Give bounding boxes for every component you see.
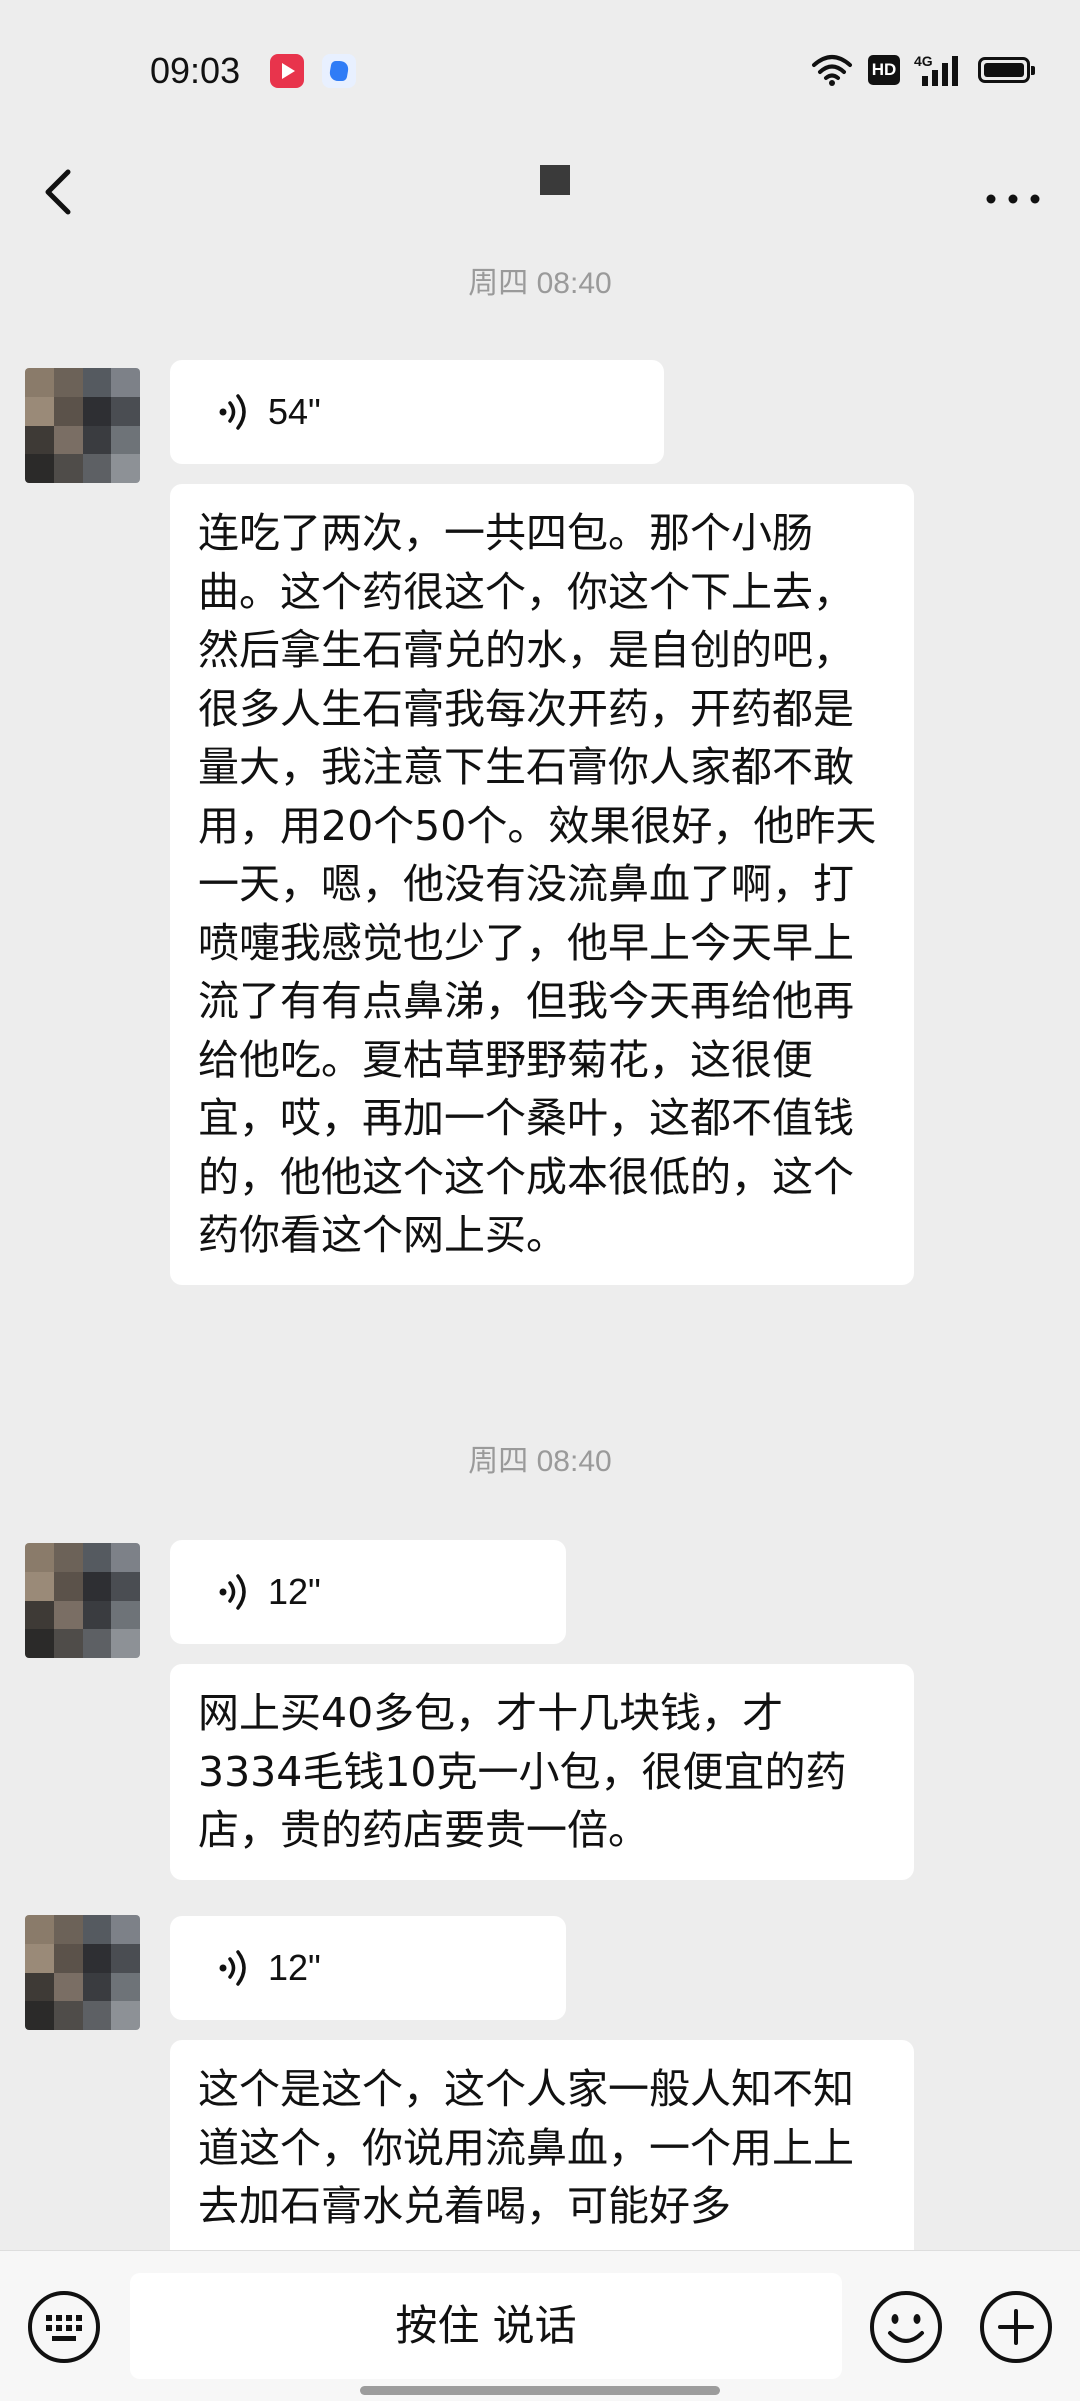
hold-to-talk-button[interactable]: 按住 说话 <box>130 2273 842 2379</box>
avatar[interactable] <box>25 368 140 483</box>
timestamp: 周四 08:40 <box>468 1445 612 1478</box>
chat-header <box>0 140 1080 245</box>
keyboard-icon[interactable] <box>26 2289 102 2365</box>
chevron-left-icon[interactable] <box>32 150 92 230</box>
more-dots-icon[interactable] <box>978 162 1048 212</box>
voice-message[interactable]: 12" <box>170 1540 566 1644</box>
status-time: 09:03 <box>150 50 241 91</box>
network-type-label: 4G <box>914 53 933 69</box>
voice-duration: 12" <box>268 1571 321 1612</box>
emoji-icon[interactable] <box>868 2289 944 2365</box>
home-indicator[interactable] <box>360 2386 720 2395</box>
voice-message[interactable]: 54" <box>170 360 664 464</box>
voice-transcript[interactable]: 网上买40多包，才十几块钱，才3334毛钱10克一小包，很便宜的药店，贵的药店要… <box>170 1664 914 1880</box>
plus-icon[interactable] <box>978 2289 1054 2365</box>
voice-message[interactable]: 12" <box>170 1916 566 2020</box>
status-bar: 09:03 HD 4G <box>0 0 1080 140</box>
voice-transcript[interactable]: 这个是这个，这个人家一般人知不知道这个，你说用流鼻血，一个用上上去加石膏水兑着喝… <box>170 2040 914 2260</box>
hd-icon: HD <box>868 55 900 85</box>
signal-icon: 4G <box>914 53 958 86</box>
video-app-notification-icon <box>270 54 304 88</box>
voice-wave-icon <box>219 1574 246 1610</box>
voice-duration: 54" <box>268 391 321 432</box>
contact-name-redacted <box>540 165 570 195</box>
app-notification-icon <box>322 54 356 88</box>
timestamp: 周四 08:40 <box>468 267 612 300</box>
avatar[interactable] <box>25 1915 140 2030</box>
system-icons: HD 4G <box>810 52 1035 88</box>
wifi-icon <box>812 55 852 86</box>
voice-wave-icon <box>219 394 246 430</box>
voice-duration: 12" <box>268 1947 321 1988</box>
input-bar: 按住 说话 <box>0 2250 1080 2401</box>
voice-wave-icon <box>219 1950 246 1986</box>
battery-icon <box>978 57 1035 83</box>
voice-transcript[interactable]: 连吃了两次，一共四包。那个小肠曲。这个药很这个，你这个下上去，然后拿生石膏兑的水… <box>170 484 914 1285</box>
avatar[interactable] <box>25 1543 140 1658</box>
